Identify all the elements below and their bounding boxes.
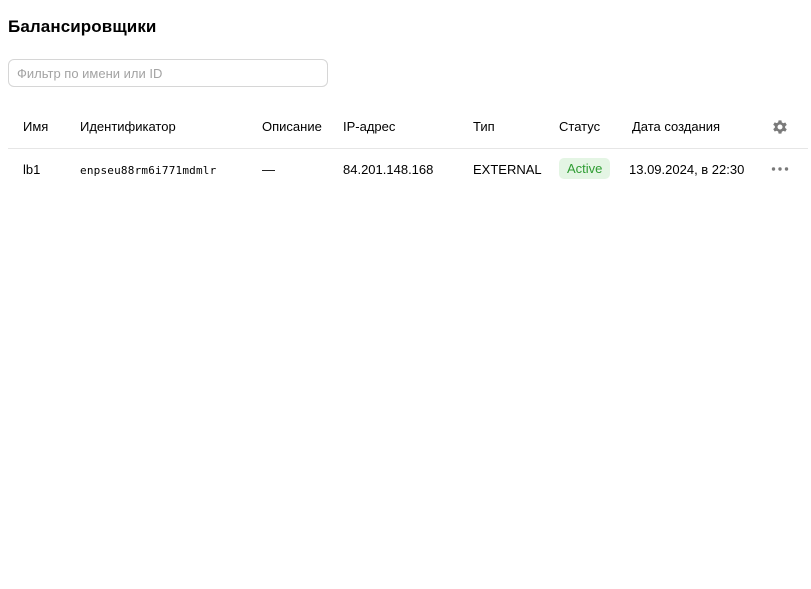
status-badge: Active bbox=[559, 158, 611, 179]
column-header-created[interactable]: Дата создания bbox=[632, 119, 720, 134]
more-horizontal-icon[interactable] bbox=[770, 161, 790, 177]
cell-name[interactable]: lb1 bbox=[23, 162, 40, 177]
cell-id[interactable]: enpseu88rm6i771mdmlr bbox=[80, 164, 216, 177]
gear-icon[interactable] bbox=[770, 117, 790, 137]
table-header: Имя Идентификатор Описание IP-адрес Тип … bbox=[8, 108, 808, 149]
cell-type: EXTERNAL bbox=[473, 162, 542, 177]
table-row[interactable]: lb1 enpseu88rm6i771mdmlr — 84.201.148.16… bbox=[8, 149, 808, 189]
filter-input[interactable] bbox=[9, 60, 317, 86]
column-header-type[interactable]: Тип bbox=[473, 119, 495, 134]
column-header-id[interactable]: Идентификатор bbox=[80, 119, 176, 134]
cell-ip: 84.201.148.168 bbox=[343, 162, 434, 177]
column-header-name[interactable]: Имя bbox=[23, 119, 48, 134]
column-header-description[interactable]: Описание bbox=[262, 119, 322, 134]
cell-description: — bbox=[262, 162, 275, 177]
page-title: Балансировщики bbox=[8, 17, 157, 36]
cell-created: 13.09.2024, в 22:30 bbox=[629, 162, 745, 177]
column-header-status[interactable]: Статус bbox=[559, 119, 600, 134]
column-header-ip[interactable]: IP-адрес bbox=[343, 119, 395, 134]
filter-field[interactable] bbox=[8, 59, 328, 87]
page: Балансировщики Имя Идентификатор Описани… bbox=[0, 0, 811, 589]
